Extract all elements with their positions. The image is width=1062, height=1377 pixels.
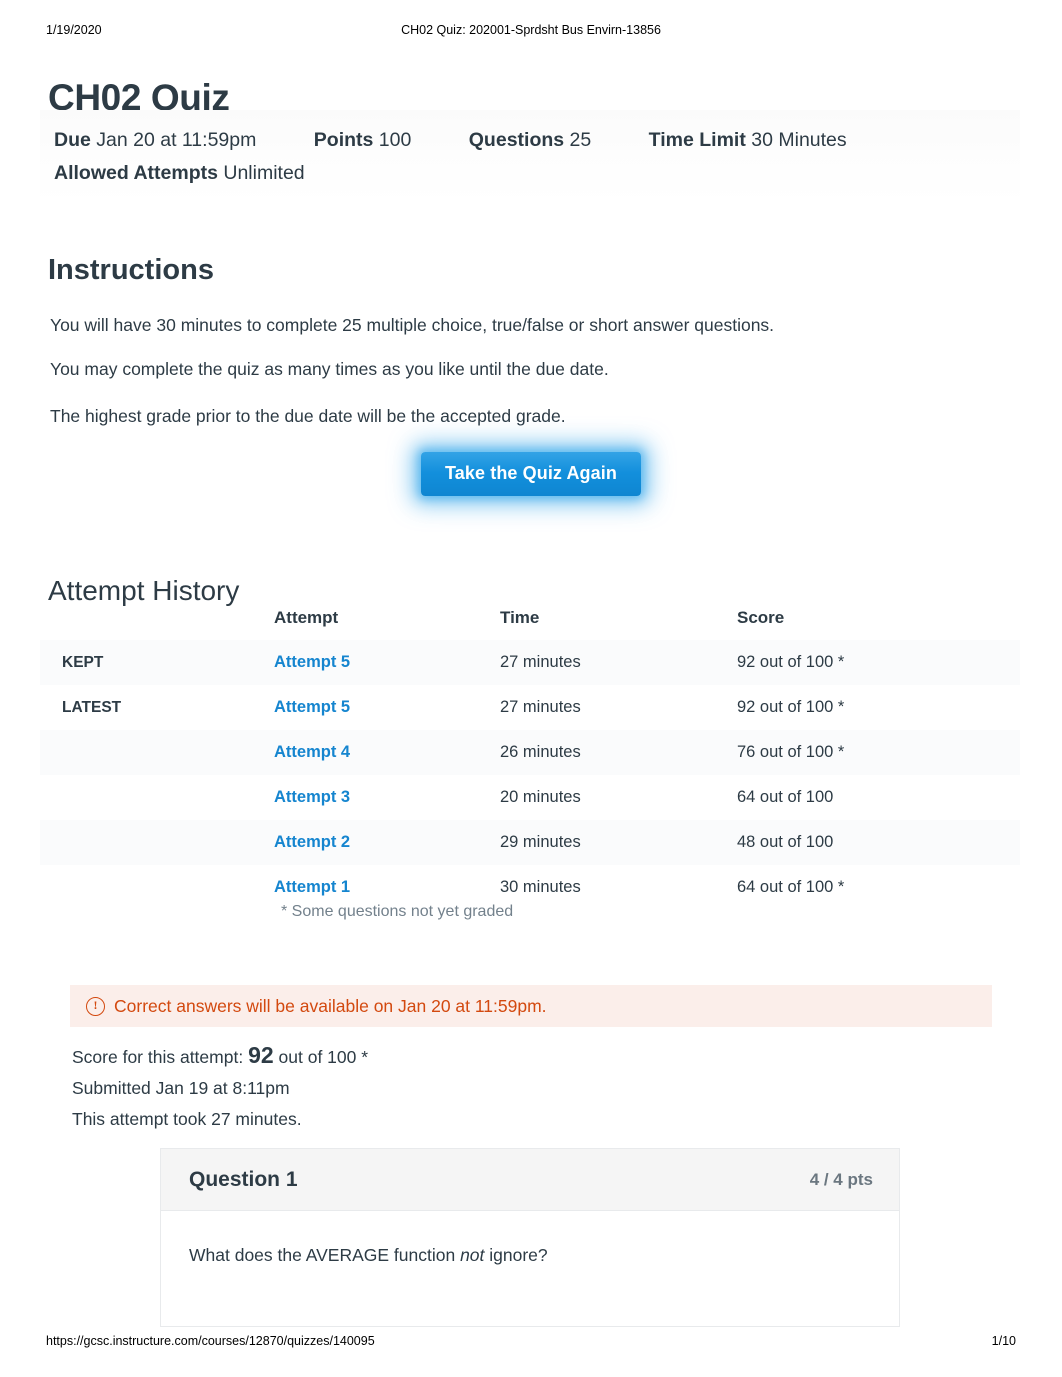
attempt-tag xyxy=(40,775,274,820)
question-body: What does the AVERAGE function not ignor… xyxy=(161,1211,899,1326)
quiz-time-limit: Time Limit 30 Minutes xyxy=(649,124,847,157)
attempt-tag xyxy=(40,820,274,865)
attempt-time: 30 minutes xyxy=(500,865,737,910)
alert-message: Correct answers will be available on Jan… xyxy=(114,995,547,1016)
attempt-cell: Attempt 2 xyxy=(274,820,500,865)
quiz-questions-value: 25 xyxy=(569,129,592,151)
instructions-paragraph-1: You will have 30 minutes to complete 25 … xyxy=(50,314,775,335)
attempt-tag: KEPT xyxy=(40,640,274,685)
attempt-time: 27 minutes xyxy=(500,640,737,685)
attempt-summary: Score for this attempt: 92 out of 100 * … xyxy=(72,1040,368,1135)
quiz-due: Due Jan 20 at 11:59pm xyxy=(54,124,256,157)
quiz-meta-row-2: Allowed Attempts Unlimited xyxy=(54,157,1006,190)
print-document-title: CH02 Quiz: 202001-Sprdsht Bus Envirn-138… xyxy=(401,23,661,37)
attempt-tag: LATEST xyxy=(40,685,274,730)
instructions-heading: Instructions xyxy=(48,254,214,287)
table-row: Attempt 1 30 minutes 64 out of 100 * xyxy=(40,865,1020,910)
question-title: Question 1 xyxy=(189,1167,298,1191)
quiz-allowed-attempts-label: Allowed Attempts xyxy=(54,162,218,184)
correct-answers-alert: ! Correct answers will be available on J… xyxy=(70,985,992,1027)
attempt-score: 64 out of 100 * xyxy=(737,865,1020,910)
quiz-points: Points 100 xyxy=(314,124,412,157)
attempt-history-table: Attempt Time Score KEPT Attempt 5 27 min… xyxy=(40,604,1020,910)
question-header: Question 1 4 / 4 pts xyxy=(161,1149,899,1211)
question-text-part-2: ignore? xyxy=(484,1245,548,1265)
column-header-score: Score xyxy=(737,608,785,627)
attempt-time: 26 minutes xyxy=(500,730,737,775)
column-header-attempt: Attempt xyxy=(274,608,339,627)
table-row: Attempt 2 29 minutes 48 out of 100 xyxy=(40,820,1020,865)
quiz-allowed-attempts-value: Unlimited xyxy=(223,162,305,184)
table-row: LATEST Attempt 5 27 minutes 92 out of 10… xyxy=(40,685,1020,730)
quiz-time-limit-value: 30 Minutes xyxy=(751,129,847,151)
quiz-due-label: Due xyxy=(54,129,91,151)
attempt-submitted-line: Submitted Jan 19 at 8:11pm xyxy=(72,1078,290,1098)
score-value: 92 xyxy=(248,1042,274,1068)
column-header-tag xyxy=(40,604,274,640)
attempt-link[interactable]: Attempt 2 xyxy=(274,833,350,851)
quiz-points-label: Points xyxy=(313,129,374,151)
ungraded-footnote: * Some questions not yet graded xyxy=(281,903,514,920)
attempt-time: 20 minutes xyxy=(500,775,737,820)
quiz-time-limit-label: Time Limit xyxy=(648,129,746,151)
score-prefix: Score for this attempt: xyxy=(72,1047,244,1067)
take-quiz-button-wrapper: Take the Quiz Again xyxy=(0,452,1062,496)
attempt-score: 64 out of 100 xyxy=(737,775,1020,820)
question-text-emphasis: not xyxy=(460,1245,485,1265)
print-footer: https://gcsc.instructure.com/courses/128… xyxy=(0,1334,1062,1350)
table-row: Attempt 4 26 minutes 76 out of 100 * xyxy=(40,730,1020,775)
attempt-duration-line: This attempt took 27 minutes. xyxy=(72,1109,302,1129)
quiz-meta-bar: Due Jan 20 at 11:59pm Points 100 Questio… xyxy=(40,110,1020,204)
attempt-score: 48 out of 100 xyxy=(737,820,1020,865)
attempt-time: 29 minutes xyxy=(500,820,737,865)
attempt-history-thead: Attempt Time Score xyxy=(40,604,1020,640)
attempt-cell: Attempt 5 xyxy=(274,640,500,685)
quiz-points-value: 100 xyxy=(378,129,412,151)
instructions-paragraph-3: The highest grade prior to the due date … xyxy=(50,405,566,426)
print-header: 1/19/2020 CH02 Quiz: 202001-Sprdsht Bus … xyxy=(0,22,1062,38)
attempt-tag xyxy=(40,865,274,910)
attempt-cell: Attempt 3 xyxy=(274,775,500,820)
attempt-history-heading: Attempt History xyxy=(48,575,240,607)
attempt-score: 92 out of 100 * xyxy=(737,685,1020,730)
attempt-link[interactable]: Attempt 5 xyxy=(274,653,350,671)
print-footer-page-number: 1/10 xyxy=(991,1334,1016,1348)
instructions-paragraph-2: You may complete the quiz as many times … xyxy=(50,358,609,379)
attempt-time: 27 minutes xyxy=(500,685,737,730)
print-footer-url: https://gcsc.instructure.com/courses/128… xyxy=(46,1334,375,1348)
attempt-score: 92 out of 100 * xyxy=(737,640,1020,685)
attempt-link[interactable]: Attempt 3 xyxy=(274,788,350,806)
column-header-time: Time xyxy=(500,608,540,627)
quiz-meta-row-1: Due Jan 20 at 11:59pm Points 100 Questio… xyxy=(54,124,1006,157)
attempt-history-header-row: Attempt Time Score xyxy=(40,604,1020,640)
quiz-questions: Questions 25 xyxy=(469,124,591,157)
attempt-score: 76 out of 100 * xyxy=(737,730,1020,775)
table-row: Attempt 3 20 minutes 64 out of 100 xyxy=(40,775,1020,820)
quiz-questions-label: Questions xyxy=(468,129,565,151)
attempt-link[interactable]: Attempt 5 xyxy=(274,698,350,716)
attempt-link[interactable]: Attempt 1 xyxy=(274,878,350,896)
question-text-part-1: What does the AVERAGE function xyxy=(189,1245,461,1265)
warning-circle-icon: ! xyxy=(86,996,105,1016)
question-container: Question 1 4 / 4 pts What does the AVERA… xyxy=(160,1148,900,1327)
quiz-allowed-attempts: Allowed Attempts Unlimited xyxy=(54,157,305,190)
table-row: KEPT Attempt 5 27 minutes 92 out of 100 … xyxy=(40,640,1020,685)
question-points: 4 / 4 pts xyxy=(809,1169,873,1189)
attempt-link[interactable]: Attempt 4 xyxy=(274,743,350,761)
quiz-due-value: Jan 20 at 11:59pm xyxy=(96,129,257,151)
attempt-tag xyxy=(40,730,274,775)
attempt-history-tbody: KEPT Attempt 5 27 minutes 92 out of 100 … xyxy=(40,640,1020,910)
attempt-cell: Attempt 5 xyxy=(274,685,500,730)
attempt-cell: Attempt 4 xyxy=(274,730,500,775)
take-the-quiz-again-button[interactable]: Take the Quiz Again xyxy=(421,452,641,496)
attempt-score-line: Score for this attempt: 92 out of 100 * xyxy=(72,1040,368,1073)
score-suffix: out of 100 * xyxy=(278,1047,369,1067)
